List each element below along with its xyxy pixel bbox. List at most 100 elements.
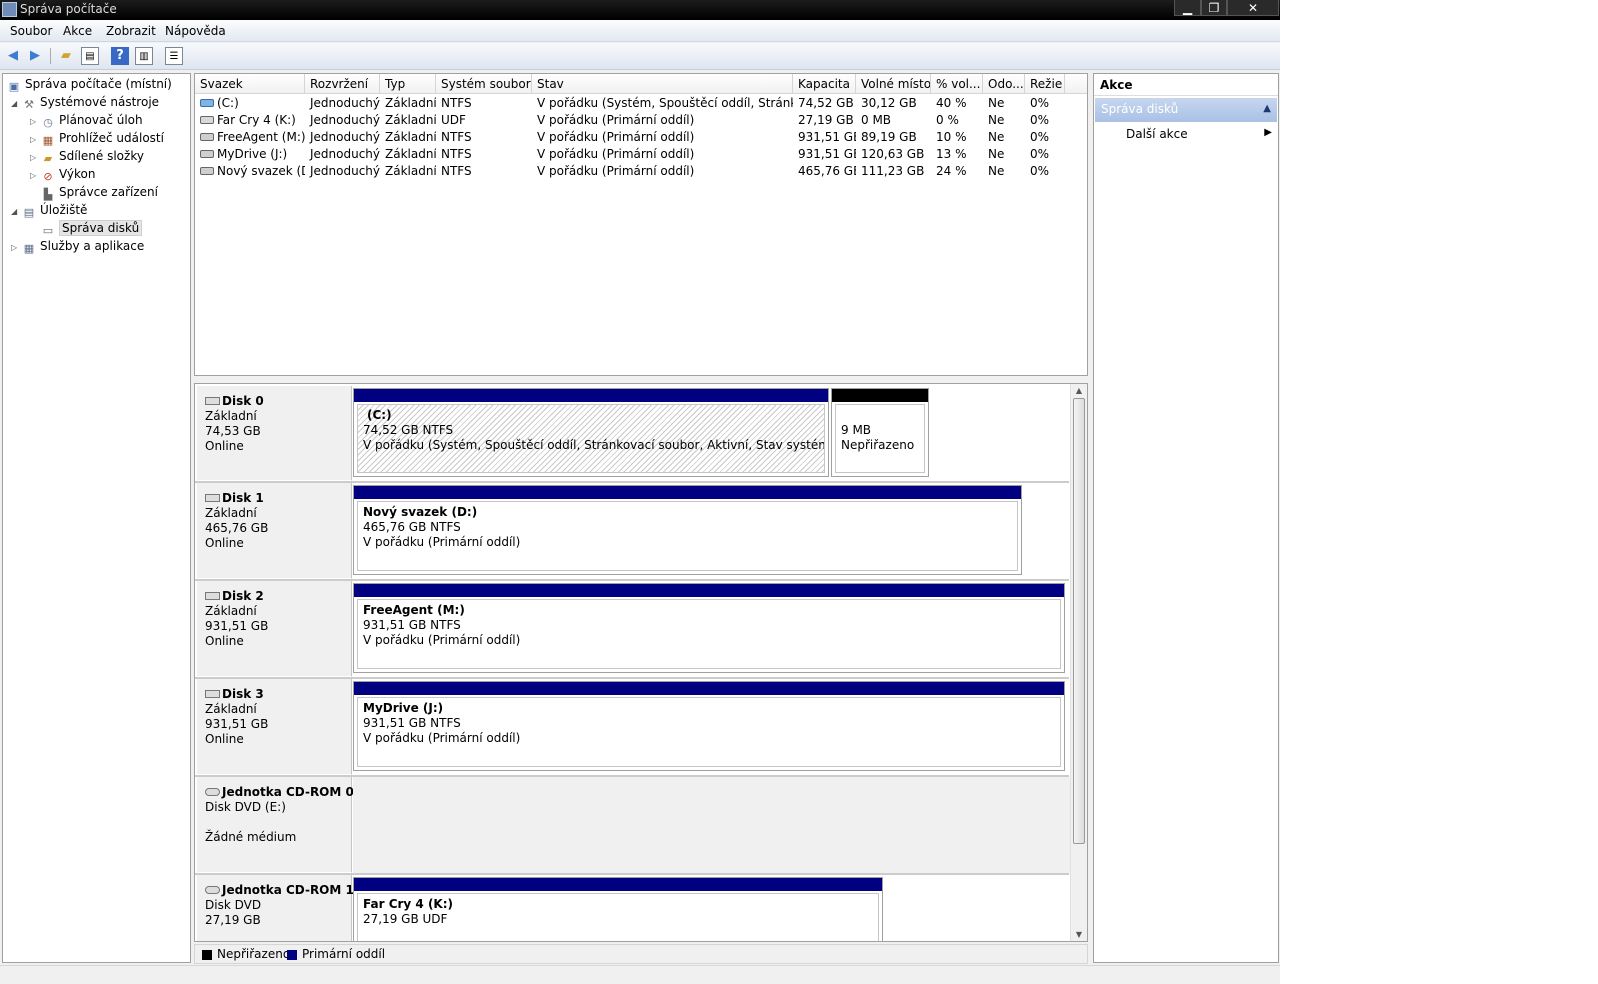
- collapse-arrow-icon[interactable]: ◢: [11, 95, 21, 113]
- tree-item-device-manager[interactable]: ▙ Správce zařízení: [40, 183, 158, 201]
- partition-d[interactable]: Nový svazek (D:) 465,76 GB NTFS V pořádk…: [353, 485, 1022, 575]
- legend-primary-partition: Primární oddíl: [302, 947, 386, 961]
- show-hide-tree-icon[interactable]: ▤: [81, 47, 99, 65]
- tree-item-computer-management[interactable]: ▣ Správa počítače (místní): [6, 75, 172, 93]
- tree-item-task-scheduler[interactable]: ▷ ◷ Plánovač úloh: [30, 111, 143, 129]
- column-header-layout[interactable]: Rozvržení: [305, 74, 380, 94]
- toolbar: ◀ ▶ ▰ ▤ ? ▥ ☰: [0, 43, 1280, 70]
- cell-free-space: 111,23 GB: [856, 163, 931, 180]
- cell-fault-tolerance: Ne: [983, 129, 1025, 146]
- column-header-fault-tolerance[interactable]: Odo...: [983, 74, 1025, 94]
- volume-row[interactable]: (C:) Jednoduchý Základní NTFS V pořádku (Sys…: [195, 95, 1087, 112]
- cell-text: Základní: [385, 130, 436, 144]
- menu-soubor[interactable]: Soubor: [10, 24, 52, 38]
- help-icon[interactable]: ?: [111, 47, 129, 65]
- collapse-arrow-icon[interactable]: ◢: [11, 203, 21, 221]
- volume-list-header: Svazek Rozvržení Typ Systém souborů Stav…: [195, 74, 1087, 94]
- dvd-drive-icon: [205, 788, 220, 796]
- collapse-up-icon[interactable]: ▲: [1263, 103, 1271, 114]
- partition-j[interactable]: MyDrive (J:) 931,51 GB NTFS V pořádku (P…: [353, 681, 1065, 771]
- app-window: Správa počítače ▁ ❐ ✕ Soubor Akce Zobraz…: [0, 0, 1280, 984]
- menu-akce[interactable]: Akce: [63, 24, 92, 38]
- cell-free-space: 30,12 GB: [856, 95, 931, 112]
- tree-item-services-applications[interactable]: ▷ ▦ Služby a aplikace: [11, 237, 144, 255]
- dvd-drive-icon: [205, 886, 220, 894]
- cell-text: Nový svazek (D:): [217, 164, 305, 178]
- tree-item-disk-management[interactable]: ▭ Správa disků: [40, 219, 143, 237]
- volume-row[interactable]: Far Cry 4 (K:) Jednoduchý Základní UDF V poř…: [195, 112, 1087, 129]
- cell-filesystem: NTFS: [436, 95, 532, 112]
- properties-icon[interactable]: ☰: [165, 47, 183, 65]
- menu-napoveda[interactable]: Nápověda: [165, 24, 226, 38]
- partition-status: V pořádku (Primární oddíl): [363, 731, 521, 745]
- partition-color-bar: [832, 389, 928, 402]
- back-icon[interactable]: ◀: [4, 47, 22, 65]
- volume-row[interactable]: FreeAgent (M:) Jednoduchý Základní NTFS V po…: [195, 129, 1087, 146]
- cell-text: NTFS: [441, 147, 472, 161]
- event-viewer-icon: ▦: [42, 134, 54, 147]
- disk-info-2[interactable]: Disk 2 Základní 931,51 GB Online: [197, 581, 352, 677]
- hard-disk-icon: [205, 494, 220, 502]
- cell-volume: MyDrive (J:): [195, 146, 305, 163]
- disk-map-scrollbar[interactable]: ▲ ▼: [1070, 384, 1087, 941]
- column-header-filesystem[interactable]: Systém souborů: [436, 74, 532, 94]
- disk-info-1[interactable]: Disk 1 Základní 465,76 GB Online: [197, 483, 352, 579]
- partition-c[interactable]: (C:) 74,52 GB NTFS V pořádku (Systém, Sp…: [353, 388, 829, 477]
- cell-type: Základní: [380, 95, 436, 112]
- tree-item-storage[interactable]: ◢ ▤ Úložiště: [11, 201, 87, 219]
- expand-arrow-icon[interactable]: ▷: [11, 239, 21, 257]
- tree-item-system-tools[interactable]: ◢ ⚒ Systémové nástroje: [11, 93, 159, 111]
- partition-title: Far Cry 4 (K:): [363, 897, 454, 911]
- column-header-capacity[interactable]: Kapacita: [793, 74, 856, 94]
- disk-info-0[interactable]: Disk 0 Základní 74,53 GB Online: [197, 386, 352, 481]
- show-hide-action-pane-icon[interactable]: ▥: [135, 47, 153, 65]
- scroll-down-icon[interactable]: ▼: [1071, 930, 1087, 939]
- actions-section-disk-management[interactable]: Správa disků ▲: [1095, 98, 1277, 122]
- column-header-percent-free[interactable]: % vol...: [931, 74, 983, 94]
- hard-drive-icon: [200, 167, 214, 175]
- cell-text: V pořádku (Primární oddíl): [537, 147, 695, 161]
- cell-text: Základní: [385, 96, 436, 110]
- performance-icon: ⊘: [43, 170, 53, 183]
- column-header-overhead[interactable]: Režie: [1025, 74, 1065, 94]
- up-folder-icon[interactable]: ▰: [57, 47, 75, 65]
- scroll-up-icon[interactable]: ▲: [1071, 386, 1087, 395]
- cell-text: Jednoduchý: [310, 96, 380, 110]
- disk-name: Disk 0: [222, 394, 264, 408]
- expand-arrow-icon[interactable]: ▷: [30, 167, 40, 185]
- close-button[interactable]: ✕: [1227, 0, 1279, 16]
- restore-button[interactable]: ❐: [1201, 0, 1227, 16]
- column-header-status[interactable]: Stav: [532, 74, 793, 94]
- tree-item-event-viewer[interactable]: ▷ ▦ Prohlížeč událostí: [30, 129, 164, 147]
- disk-size: 931,51 GB: [205, 619, 269, 633]
- forward-icon[interactable]: ▶: [26, 47, 44, 65]
- disk-info-3[interactable]: Disk 3 Základní 931,51 GB Online: [197, 679, 352, 775]
- cdrom-info-0[interactable]: Jednotka CD-ROM 0 Disk DVD (E:) Žádné mé…: [197, 777, 354, 873]
- more-actions-item[interactable]: Další akce: [1126, 127, 1188, 141]
- partition-unallocated[interactable]: 9 MB Nepřiřazeno: [831, 388, 929, 477]
- tree-item-shared-folders[interactable]: ▷ ▰ Sdílené složky: [30, 147, 144, 165]
- partition-m[interactable]: FreeAgent (M:) 931,51 GB NTFS V pořádku …: [353, 583, 1065, 673]
- computer-icon: ▣: [8, 80, 20, 93]
- scrollbar-thumb[interactable]: [1073, 398, 1085, 844]
- column-header-type[interactable]: Typ: [380, 74, 436, 94]
- volume-row[interactable]: Nový svazek (D:) Jednoduchý Základní NTFS V …: [195, 163, 1087, 180]
- partition-color-bar: [354, 584, 1064, 597]
- disk-type: Základní: [205, 506, 257, 520]
- disk-management-icon: ▭: [42, 224, 54, 237]
- column-header-volume[interactable]: Svazek: [195, 74, 305, 94]
- tree-item-performance[interactable]: ▷ ⊘ Výkon: [30, 165, 95, 183]
- cell-text: MyDrive (J:): [217, 147, 288, 161]
- partition-k[interactable]: Far Cry 4 (K:) 27,19 GB UDF: [353, 877, 883, 941]
- cell-text: 27,19 GB: [798, 113, 854, 127]
- cdrom-info-1[interactable]: Jednotka CD-ROM 1 Disk DVD 27,19 GB: [197, 875, 354, 941]
- column-header-free-space[interactable]: Volné místo: [856, 74, 931, 94]
- hard-disk-icon: [205, 397, 220, 405]
- menu-zobrazit[interactable]: Zobrazit: [106, 24, 156, 38]
- partition-size: 931,51 GB NTFS: [363, 716, 461, 730]
- submenu-arrow-icon[interactable]: ▶: [1264, 127, 1272, 138]
- cell-filesystem: NTFS: [436, 129, 532, 146]
- volume-row[interactable]: MyDrive (J:) Jednoduchý Základní NTFS V pořá…: [195, 146, 1087, 163]
- minimize-button[interactable]: ▁: [1174, 0, 1201, 16]
- cell-type: Základní: [380, 112, 436, 129]
